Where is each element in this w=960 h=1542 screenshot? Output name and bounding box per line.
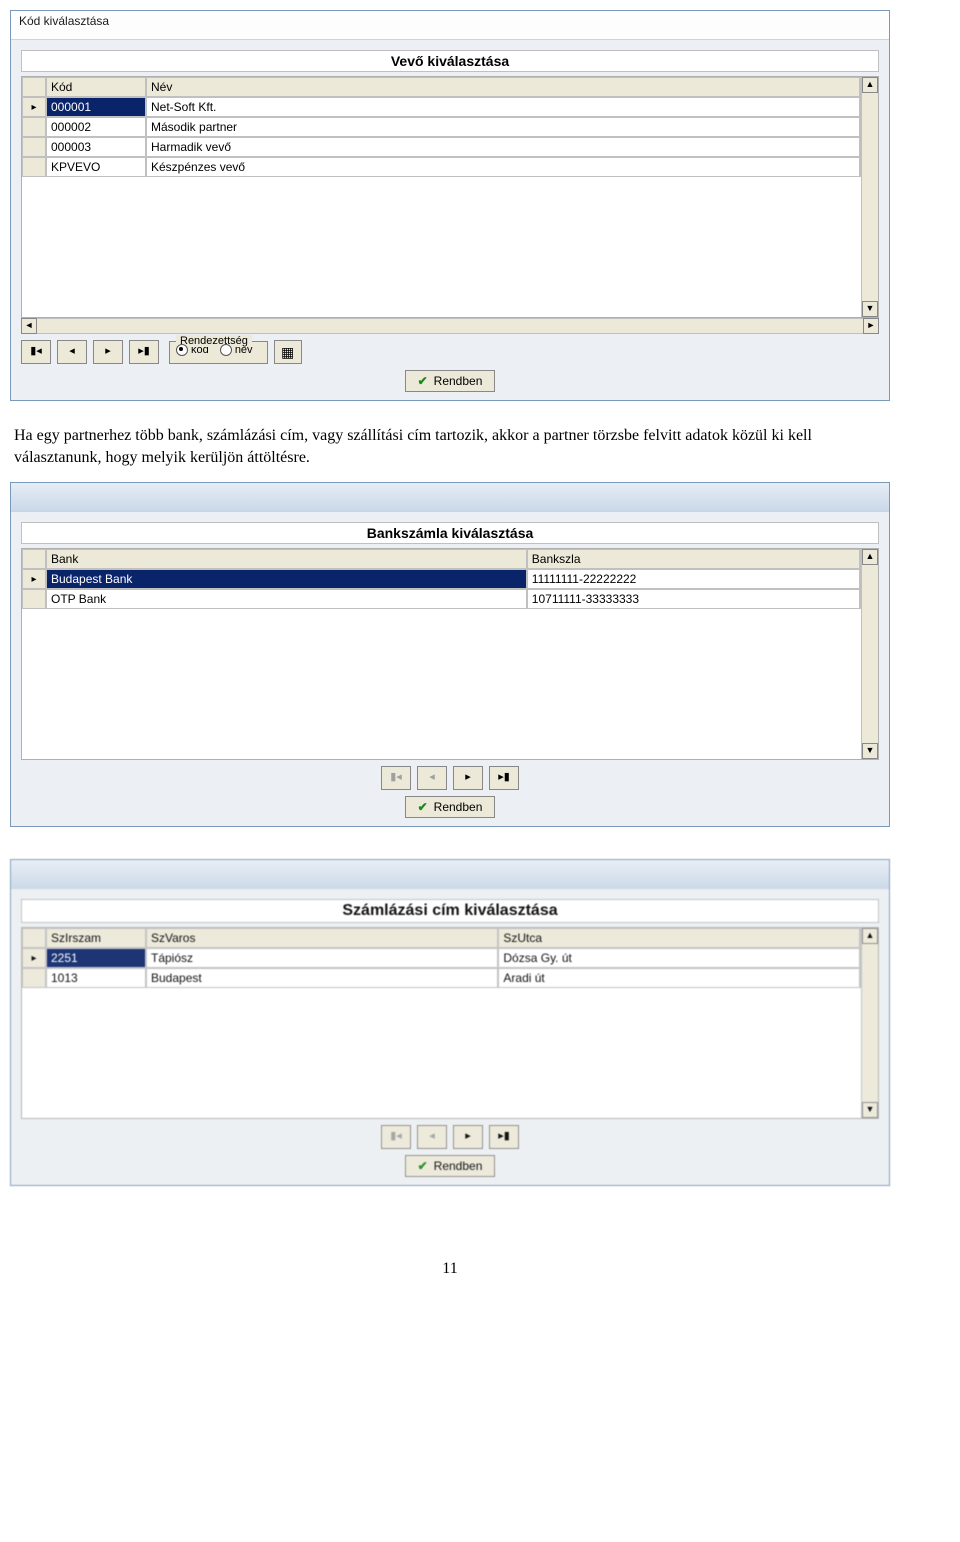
cell-bankszla[interactable]: 11111111-22222222	[527, 569, 860, 589]
window-titlebar[interactable]	[11, 860, 889, 889]
grid-banks[interactable]: Bank Bankszla ▸ Budapest Bank 11111111-2…	[21, 548, 879, 760]
nav-next-button[interactable]: ▸	[453, 1125, 483, 1149]
nav-last-button[interactable]: ▸▮	[489, 766, 519, 790]
dialog-customer-select: Kód kiválasztása Vevő kiválasztása Kód N…	[10, 10, 890, 401]
ok-label: Rendben	[434, 800, 483, 814]
col-bankszla[interactable]: Bankszla	[527, 549, 860, 569]
grid-empty-area	[22, 988, 878, 1118]
cell-varos[interactable]: Tápiósz	[146, 948, 498, 968]
cell-nev[interactable]: Harmadik vevő	[146, 137, 860, 157]
col-bank[interactable]: Bank	[46, 549, 527, 569]
page-number: 11	[10, 1260, 890, 1278]
cell-nev[interactable]: Net-Soft Kft.	[146, 97, 860, 117]
vertical-scrollbar[interactable]: ▲ ▼	[861, 928, 878, 1118]
window-titlebar[interactable]: Kód kiválasztása	[11, 11, 889, 40]
nav-first-button[interactable]: ▮◂	[381, 766, 411, 790]
check-icon: ✔	[418, 374, 428, 388]
cell-nev[interactable]: Készpénzes vevő	[146, 157, 860, 177]
nav-next-button[interactable]: ▸	[93, 340, 123, 364]
ok-button[interactable]: ✔ Rendben	[405, 1155, 496, 1177]
ok-button[interactable]: ✔ Rendben	[405, 370, 496, 392]
scroll-up-icon[interactable]: ▲	[862, 77, 878, 93]
dialog-title: Bankszámla kiválasztása	[21, 522, 879, 544]
grid-customers[interactable]: Kód Név ▸ 000001 Net-Soft Kft. 000002 Má…	[21, 76, 879, 318]
window-title: Kód kiválasztása	[19, 14, 109, 28]
row-indicator-icon: ▸	[22, 97, 46, 117]
horizontal-scrollbar[interactable]: ◄ ►	[21, 318, 879, 334]
cell-irszam[interactable]: 2251	[46, 948, 146, 968]
dialog-billing-address-select: Számlázási cím kiválasztása SzIrszam SzV…	[10, 859, 890, 1186]
ok-label: Rendben	[434, 374, 483, 388]
nav-first-button[interactable]: ▮◂	[21, 340, 51, 364]
sort-groupbox: Rendezettség kód név	[169, 341, 268, 364]
nav-last-button[interactable]: ▸▮	[129, 340, 159, 364]
grid-empty-area	[22, 609, 878, 759]
cell-utca[interactable]: Dózsa Gy. út	[498, 948, 860, 968]
table-row[interactable]: 000003 Harmadik vevő	[22, 137, 878, 157]
table-row[interactable]: ▸ Budapest Bank 11111111-22222222	[22, 569, 878, 589]
nav-next-button[interactable]: ▸	[453, 766, 483, 790]
vertical-scrollbar[interactable]: ▲ ▼	[861, 77, 878, 317]
nav-prev-button[interactable]: ◂	[417, 1125, 447, 1149]
radio-dot-icon	[176, 344, 188, 356]
sort-legend: Rendezettség	[176, 335, 252, 347]
cell-bank[interactable]: OTP Bank	[46, 589, 527, 609]
col-varos[interactable]: SzVaros	[146, 928, 498, 948]
row-indicator-icon: ▸	[22, 569, 46, 589]
table-row[interactable]: KPVEVO Készpénzes vevő	[22, 157, 878, 177]
table-row[interactable]: ▸ 000001 Net-Soft Kft.	[22, 97, 878, 117]
scroll-right-icon[interactable]: ►	[863, 318, 879, 334]
check-icon: ✔	[418, 800, 428, 814]
cell-kod[interactable]: 000003	[46, 137, 146, 157]
scroll-down-icon[interactable]: ▼	[862, 301, 878, 317]
scroll-up-icon[interactable]: ▲	[862, 928, 878, 944]
grid-indicator-header	[22, 77, 46, 97]
col-utca[interactable]: SzUtca	[498, 928, 860, 948]
cell-varos[interactable]: Budapest	[146, 968, 498, 988]
ok-label: Rendben	[434, 1159, 483, 1173]
table-row[interactable]: OTP Bank 10711111-33333333	[22, 589, 878, 609]
dialog-title: Számlázási cím kiválasztása	[21, 899, 879, 923]
window-titlebar[interactable]	[11, 483, 889, 512]
nav-first-button[interactable]: ▮◂	[381, 1125, 411, 1149]
cell-bankszla[interactable]: 10711111-33333333	[527, 589, 860, 609]
table-row[interactable]: 1013 Budapest Aradi út	[22, 968, 878, 988]
body-paragraph: Ha egy partnerhez több bank, számlázási …	[14, 425, 886, 468]
nav-prev-button[interactable]: ◂	[417, 766, 447, 790]
nav-last-button[interactable]: ▸▮	[489, 1125, 519, 1149]
cell-utca[interactable]: Aradi út	[498, 968, 860, 988]
dialog-title: Vevő kiválasztása	[21, 50, 879, 72]
check-icon: ✔	[418, 1159, 428, 1173]
col-irszam[interactable]: SzIrszam	[46, 928, 146, 948]
dialog-bank-select: Bankszámla kiválasztása Bank Bankszla ▸ …	[10, 482, 890, 827]
scroll-left-icon[interactable]: ◄	[21, 318, 37, 334]
vertical-scrollbar[interactable]: ▲ ▼	[861, 549, 878, 759]
col-kod[interactable]: Kód	[46, 77, 146, 97]
cell-irszam[interactable]: 1013	[46, 968, 146, 988]
radio-dot-icon	[220, 344, 232, 356]
ok-button[interactable]: ✔ Rendben	[405, 796, 496, 818]
cell-nev[interactable]: Második partner	[146, 117, 860, 137]
nav-prev-button[interactable]: ◂	[57, 340, 87, 364]
cell-bank[interactable]: Budapest Bank	[46, 569, 527, 589]
col-nev[interactable]: Név	[146, 77, 860, 97]
cell-kod[interactable]: 000002	[46, 117, 146, 137]
cell-kod[interactable]: KPVEVO	[46, 157, 146, 177]
grid-addresses[interactable]: SzIrszam SzVaros SzUtca ▸ 2251 Tápiósz D…	[21, 927, 879, 1119]
table-row[interactable]: ▸ 2251 Tápiósz Dózsa Gy. út	[22, 948, 878, 968]
scroll-down-icon[interactable]: ▼	[862, 743, 878, 759]
table-row[interactable]: 000002 Második partner	[22, 117, 878, 137]
grid-empty-area	[22, 177, 878, 317]
scroll-down-icon[interactable]: ▼	[862, 1102, 878, 1118]
row-indicator-icon: ▸	[22, 948, 46, 968]
cell-kod[interactable]: 000001	[46, 97, 146, 117]
grid-view-icon[interactable]: ▦	[274, 340, 302, 364]
scroll-up-icon[interactable]: ▲	[862, 549, 878, 565]
